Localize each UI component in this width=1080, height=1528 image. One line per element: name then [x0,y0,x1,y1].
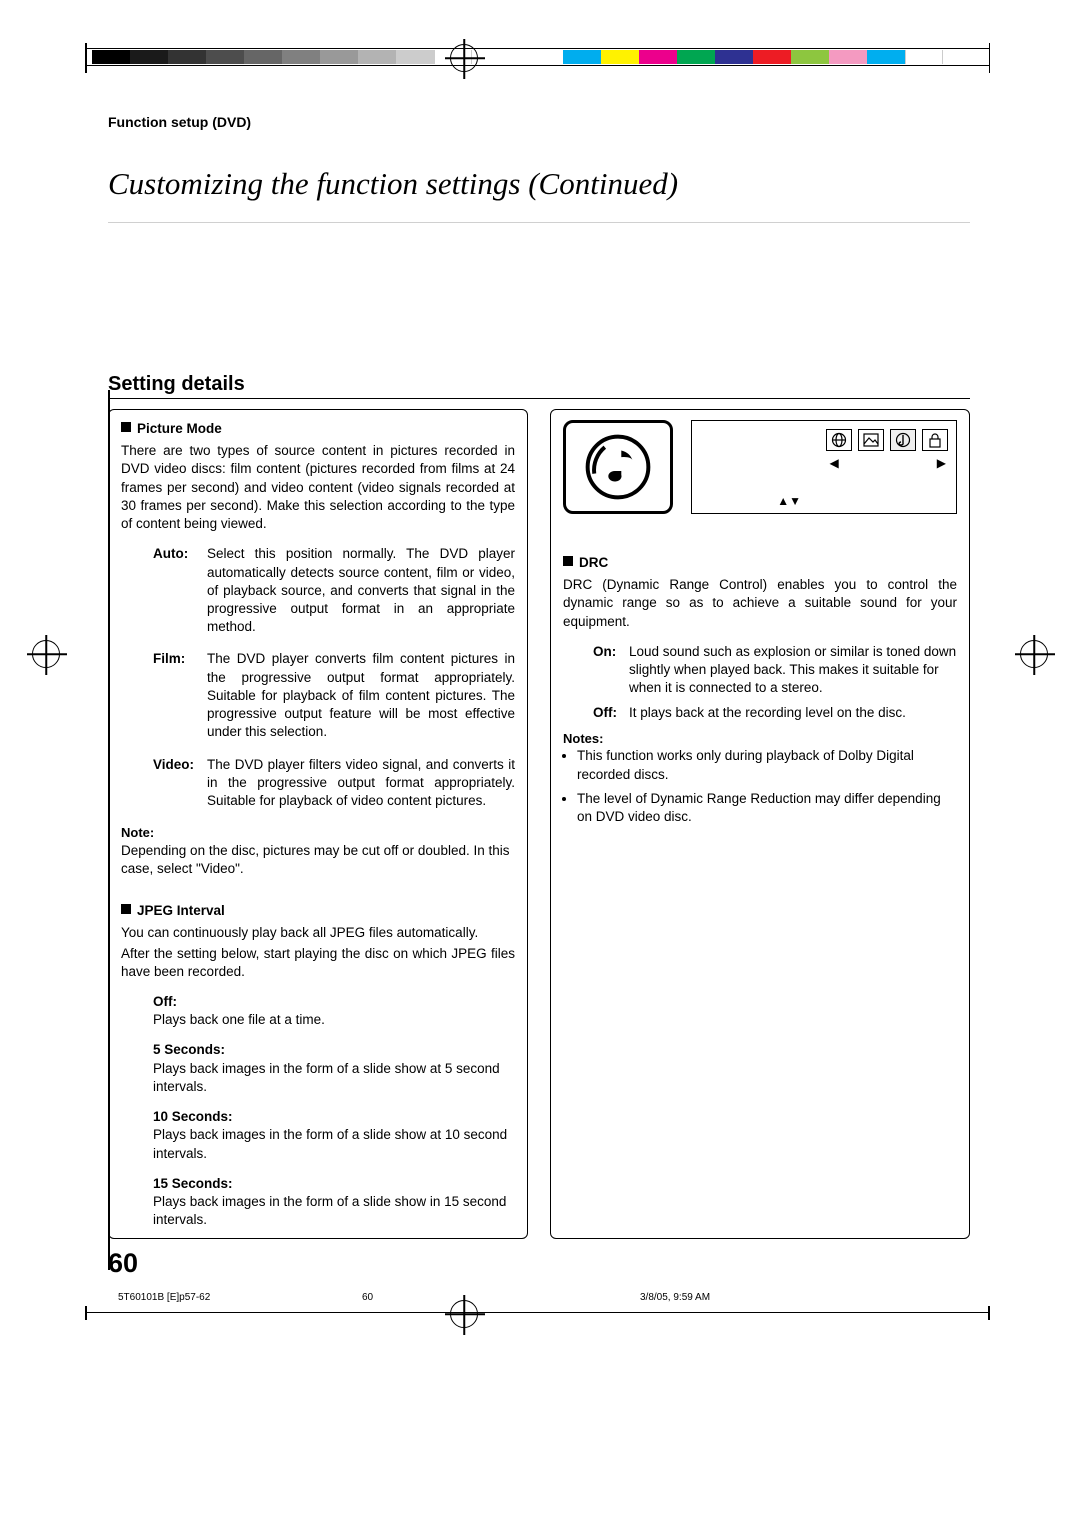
page-title: Customizing the function settings (Conti… [108,166,970,202]
note-label: Note: [121,824,515,842]
registration-mark-icon [1020,640,1048,668]
note-item: This function works only during playback… [577,747,957,783]
jpeg-option: Off: Plays back one file at a time. [121,993,515,1029]
page-number: 60 [108,1248,138,1279]
square-bullet-icon [563,556,573,566]
image-icon [858,429,884,451]
jpeg-intro-2: After the setting below, start playing t… [121,945,515,981]
jpeg-option: 15 Seconds: Plays back images in the for… [121,1175,515,1230]
setting-details-heading: Setting details [108,373,970,396]
footer-date: 3/8/05, 9:59 AM [640,1292,710,1303]
option-video: Video: The DVD player filters video sign… [121,756,515,811]
square-bullet-icon [121,904,131,914]
footer-page: 60 [362,1292,373,1303]
crop-marks-bottom [85,1312,990,1314]
osd-disc-icon [563,420,673,514]
audio-icon-selected [890,429,916,451]
jpeg-interval-title: JPEG Interval [121,902,515,920]
drc-intro: DRC (Dynamic Range Control) enables you … [563,576,957,631]
registration-mark-icon [450,44,478,72]
drc-option-on: On: Loud sound such as explosion or simi… [563,643,957,698]
footer-file: 5T60101B [E]p57-62 [118,1292,210,1303]
left-column: Picture Mode There are two types of sour… [108,409,528,1239]
jpeg-option: 10 Seconds: Plays back images in the for… [121,1108,515,1163]
jpeg-intro-1: You can continuously play back all JPEG … [121,924,515,942]
drc-title: DRC [563,554,957,572]
option-auto: Auto: Select this position normally. The… [121,545,515,636]
crop-tick [988,1306,990,1320]
up-down-arrows-icon: ▲▼ [777,493,801,509]
drc-option-off: Off: It plays back at the recording leve… [563,704,957,722]
jpeg-option: 5 Seconds: Plays back images in the form… [121,1041,515,1096]
grayscale-calibration-bar [92,50,472,64]
title-rule [108,222,970,223]
notes-list: This function works only during playback… [563,747,957,826]
globe-icon [826,429,852,451]
registration-mark-icon [32,640,60,668]
picture-mode-title: Picture Mode [121,420,515,438]
note-item: The level of Dynamic Range Reduction may… [577,790,957,826]
lock-icon [922,429,948,451]
registration-mark-icon [450,1300,478,1328]
disc-note-icon [585,434,651,500]
heading-rule [108,398,970,399]
square-bullet-icon [121,422,131,432]
notes-label: Notes: [563,730,957,748]
osd-illustration: ▲▼ [563,420,957,514]
color-calibration-bar [563,50,943,64]
option-film: Film: The DVD player converts film conte… [121,650,515,741]
page-content: Function setup (DVD) Customizing the fun… [108,100,970,1239]
section-header: Function setup (DVD) [108,114,970,130]
left-right-arrows-icon [830,455,948,471]
picture-mode-intro: There are two types of source content in… [121,442,515,533]
right-column: ▲▼ DRC DRC (Dynamic Range Control) enabl… [550,409,970,1239]
left-margin-rule [108,390,110,1270]
osd-menu-panel: ▲▼ [691,420,957,514]
crop-tick [85,1306,87,1320]
note-text: Depending on the disc, pictures may be c… [121,842,515,878]
